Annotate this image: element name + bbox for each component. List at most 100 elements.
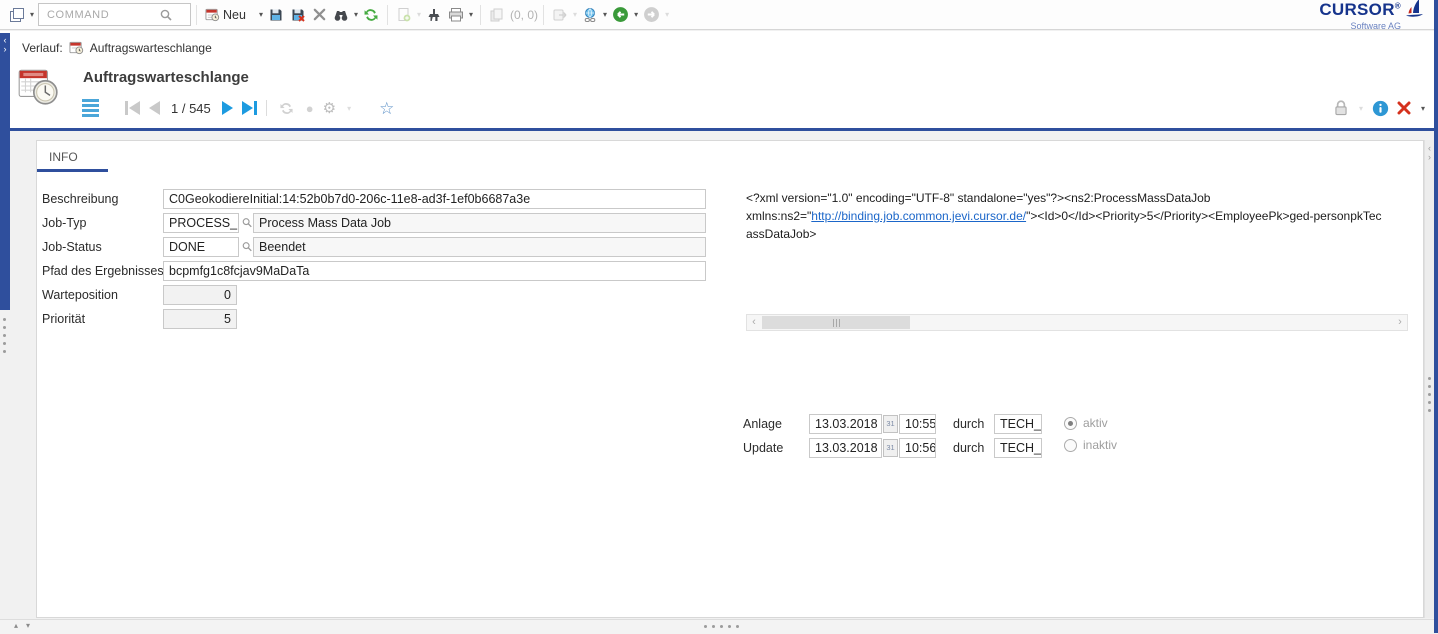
job-typ-code-field[interactable]: PROCESS_M. xyxy=(163,213,239,233)
back-arrow-icon xyxy=(612,6,629,23)
update-time-field[interactable]: 10:56 xyxy=(899,438,936,458)
list-menu-icon[interactable] xyxy=(80,97,101,119)
navigate-forward-caret-icon[interactable]: ▾ xyxy=(663,10,671,19)
tab-info[interactable]: INFO xyxy=(37,141,108,172)
first-record-button[interactable] xyxy=(125,101,140,115)
bottom-splitter-handle[interactable] xyxy=(704,625,739,628)
forward-arrow-icon xyxy=(643,6,660,23)
command-input[interactable] xyxy=(45,8,159,22)
delete-x-icon xyxy=(312,7,327,22)
job-status-desc-field: Beendet xyxy=(253,237,706,257)
web-links-caret-icon[interactable]: ▾ xyxy=(601,10,609,19)
search-records-button[interactable] xyxy=(330,5,352,25)
new-record-button[interactable]: Neu xyxy=(202,5,249,24)
scroll-right-icon[interactable]: › xyxy=(1393,315,1407,330)
xml-line: assDataJob> xyxy=(746,225,1408,243)
lock-icon[interactable] xyxy=(1332,99,1350,117)
navigate-back-caret-icon[interactable]: ▾ xyxy=(632,10,640,19)
scrollbar-thumb[interactable] xyxy=(762,316,910,329)
save-delete-icon xyxy=(290,7,306,23)
job-typ-lookup-icon[interactable] xyxy=(241,216,253,229)
radio-aktiv[interactable] xyxy=(1064,417,1077,430)
job-status-label: Job-Status xyxy=(42,237,102,257)
anlage-label: Anlage xyxy=(743,414,782,434)
close-caret-icon[interactable]: ▾ xyxy=(1419,104,1427,113)
tools-button[interactable] xyxy=(423,5,445,25)
prioritaet-label: Priorität xyxy=(42,309,85,329)
print-caret-icon[interactable]: ▾ xyxy=(467,10,475,19)
export-icon xyxy=(552,7,568,23)
anlage-durch-label: durch xyxy=(953,414,984,434)
previous-record-button[interactable] xyxy=(149,101,160,115)
gear-caret-icon[interactable]: ▾ xyxy=(345,104,353,113)
pfad-field[interactable]: bcpmfg1c8fcjav9MaDaTa xyxy=(163,261,706,281)
save-icon xyxy=(268,7,284,23)
lock-caret-icon[interactable]: ▾ xyxy=(1357,104,1365,113)
new-record-caret-icon[interactable]: ▾ xyxy=(257,10,265,19)
update-user-field[interactable]: TECH_U xyxy=(994,438,1042,458)
arrow-up-icon: ▴ xyxy=(14,621,18,630)
reload-record-button[interactable] xyxy=(276,99,297,118)
clipboard-stack-button[interactable] xyxy=(486,5,508,25)
printer-icon xyxy=(448,7,464,23)
anlage-time-field[interactable]: 10:55 xyxy=(899,414,936,434)
new-document-button[interactable] xyxy=(393,5,415,25)
beschreibung-field[interactable]: C0GeokodiereInitial:14:52b0b7d0-206c-11e… xyxy=(163,189,706,209)
delete-record-button[interactable] xyxy=(309,5,330,24)
print-button[interactable] xyxy=(445,5,467,25)
refresh-button[interactable] xyxy=(360,5,382,25)
last-record-button[interactable] xyxy=(242,101,257,115)
right-collapse-bar[interactable]: ‹ › xyxy=(1424,140,1434,618)
close-icon[interactable] xyxy=(1396,100,1412,116)
window-switcher-caret-icon[interactable]: ▾ xyxy=(28,10,36,19)
export-caret-icon[interactable]: ▾ xyxy=(571,10,579,19)
anlage-user-field[interactable]: TECH_U xyxy=(994,414,1042,434)
chevron-right-icon: › xyxy=(4,45,7,54)
toolbar-separator xyxy=(387,5,388,25)
xml-namespace-link[interactable]: http://binding.job.common.jevi.cursor.de… xyxy=(811,209,1026,223)
save-button[interactable] xyxy=(265,5,287,25)
breadcrumb-label: Verlauf: xyxy=(22,41,63,55)
anlage-calendar-button[interactable]: 31 xyxy=(883,415,898,433)
update-label: Update xyxy=(743,438,783,458)
next-record-button[interactable] xyxy=(222,101,233,115)
chevron-right-icon: › xyxy=(1428,153,1431,162)
anlage-date-field[interactable]: 13.03.2018 xyxy=(809,414,882,434)
xml-horizontal-scrollbar[interactable]: ‹ › xyxy=(746,314,1408,331)
new-record-label: Neu xyxy=(223,8,246,22)
left-splitter-handle[interactable] xyxy=(3,318,6,353)
header-right-icons: ▾ ▾ xyxy=(1332,95,1427,121)
arrow-down-icon: ▾ xyxy=(26,621,30,630)
gear-icon[interactable]: ⚙ xyxy=(323,101,336,116)
new-document-caret-icon[interactable]: ▾ xyxy=(415,10,423,19)
page-title: Auftragswarteschlange xyxy=(83,69,249,86)
record-position: 1 / 545 xyxy=(171,101,211,116)
job-status-lookup-icon[interactable] xyxy=(241,240,253,253)
job-status-code-field[interactable]: DONE xyxy=(163,237,239,257)
favorite-star-icon[interactable]: ☆ xyxy=(379,100,394,117)
prioritaet-field: 5 xyxy=(163,309,237,329)
bottom-collapse-handle[interactable]: ▴ ▾ xyxy=(14,621,30,630)
job-typ-label: Job-Typ xyxy=(42,213,86,233)
scroll-left-icon[interactable]: ‹ xyxy=(747,315,761,330)
info-icon[interactable] xyxy=(1372,100,1389,117)
search-records-caret-icon[interactable]: ▾ xyxy=(352,10,360,19)
window-layers-icon xyxy=(9,7,25,23)
save-delete-button[interactable] xyxy=(287,5,309,25)
xml-content[interactable]: <?xml version="1.0" encoding="UTF-8" sta… xyxy=(746,189,1408,313)
navigate-back-button[interactable] xyxy=(609,4,632,25)
toolbar-separator xyxy=(196,5,197,25)
window-switcher-button[interactable] xyxy=(6,5,28,25)
update-date-field[interactable]: 13.03.2018 xyxy=(809,438,882,458)
breadcrumb-item[interactable]: Auftragswarteschlange xyxy=(90,41,212,55)
search-icon[interactable] xyxy=(159,8,173,22)
left-collapse-bar[interactable]: ‹ › xyxy=(0,33,10,310)
main-panel: INFO Beschreibung C0GeokodiereInitial:14… xyxy=(36,140,1424,618)
radio-inaktiv[interactable] xyxy=(1064,439,1077,452)
navigate-forward-button[interactable] xyxy=(640,4,663,25)
update-calendar-button[interactable]: 31 xyxy=(883,439,898,457)
web-links-button[interactable] xyxy=(579,5,601,25)
right-splitter-handle[interactable] xyxy=(1428,377,1431,412)
header-zone: Verlauf: Auftragswarteschlange xyxy=(0,31,1434,128)
export-button[interactable] xyxy=(549,5,571,25)
